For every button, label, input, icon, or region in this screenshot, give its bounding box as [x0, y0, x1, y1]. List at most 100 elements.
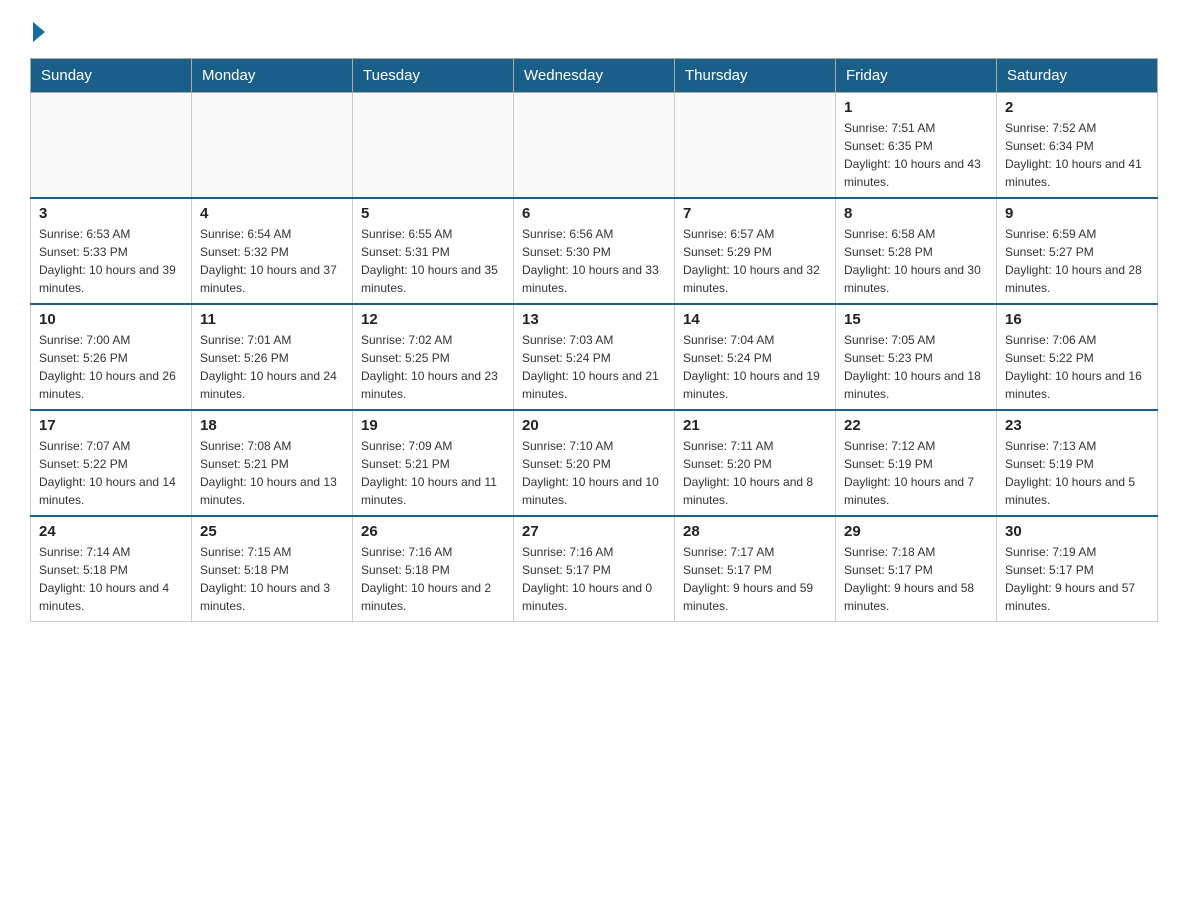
- day-number: 30: [1005, 523, 1149, 540]
- day-info: Sunrise: 7:19 AMSunset: 5:17 PMDaylight:…: [1005, 543, 1149, 615]
- day-info: Sunrise: 6:53 AMSunset: 5:33 PMDaylight:…: [39, 225, 183, 297]
- day-info: Sunrise: 6:54 AMSunset: 5:32 PMDaylight:…: [200, 225, 344, 297]
- col-friday: Friday: [836, 59, 997, 93]
- calendar-day-cell: [192, 93, 353, 199]
- day-info: Sunrise: 7:10 AMSunset: 5:20 PMDaylight:…: [522, 437, 666, 509]
- calendar-day-cell: 2 Sunrise: 7:52 AMSunset: 6:34 PMDaylight…: [997, 93, 1158, 199]
- calendar-week-row: 24 Sunrise: 7:14 AMSunset: 5:18 PMDayligh…: [31, 516, 1158, 622]
- day-number: 21: [683, 417, 827, 434]
- day-number: 9: [1005, 205, 1149, 222]
- day-number: 29: [844, 523, 988, 540]
- day-number: 20: [522, 417, 666, 434]
- calendar-day-cell: 4 Sunrise: 6:54 AMSunset: 5:32 PMDaylight…: [192, 198, 353, 304]
- calendar-day-cell: 8 Sunrise: 6:58 AMSunset: 5:28 PMDaylight…: [836, 198, 997, 304]
- calendar-day-cell: 23Sunrise: 7:13 AMSunset: 5:19 PMDayligh…: [997, 410, 1158, 516]
- col-thursday: Thursday: [675, 59, 836, 93]
- day-info: Sunrise: 7:05 AMSunset: 5:23 PMDaylight:…: [844, 331, 988, 403]
- day-number: 13: [522, 311, 666, 328]
- calendar-day-cell: [675, 93, 836, 199]
- calendar-table: Sunday Monday Tuesday Wednesday Thursday…: [30, 58, 1158, 622]
- day-info: Sunrise: 6:56 AMSunset: 5:30 PMDaylight:…: [522, 225, 666, 297]
- calendar-day-cell: 12 Sunrise: 7:02 AMSunset: 5:25 PMDayligh…: [353, 304, 514, 410]
- day-number: 23: [1005, 417, 1149, 434]
- day-number: 17: [39, 417, 183, 434]
- calendar-week-row: 17 Sunrise: 7:07 AMSunset: 5:22 PMDayligh…: [31, 410, 1158, 516]
- calendar-week-row: 1 Sunrise: 7:51 AMSunset: 6:35 PMDaylight…: [31, 93, 1158, 199]
- day-info: Sunrise: 7:15 AMSunset: 5:18 PMDaylight:…: [200, 543, 344, 615]
- calendar-day-cell: 28Sunrise: 7:17 AMSunset: 5:17 PMDayligh…: [675, 516, 836, 622]
- logo-arrow-icon: [33, 22, 45, 42]
- day-info: Sunrise: 6:59 AMSunset: 5:27 PMDaylight:…: [1005, 225, 1149, 297]
- calendar-day-cell: 22Sunrise: 7:12 AMSunset: 5:19 PMDayligh…: [836, 410, 997, 516]
- day-info: Sunrise: 7:07 AMSunset: 5:22 PMDaylight:…: [39, 437, 183, 509]
- day-number: 15: [844, 311, 988, 328]
- calendar-day-cell: 10 Sunrise: 7:00 AMSunset: 5:26 PMDayligh…: [31, 304, 192, 410]
- day-number: 11: [200, 311, 344, 328]
- calendar-day-cell: 5 Sunrise: 6:55 AMSunset: 5:31 PMDaylight…: [353, 198, 514, 304]
- day-number: 18: [200, 417, 344, 434]
- day-info: Sunrise: 7:08 AMSunset: 5:21 PMDaylight:…: [200, 437, 344, 509]
- day-number: 24: [39, 523, 183, 540]
- calendar-day-cell: 15 Sunrise: 7:05 AMSunset: 5:23 PMDayligh…: [836, 304, 997, 410]
- col-tuesday: Tuesday: [353, 59, 514, 93]
- day-info: Sunrise: 6:55 AMSunset: 5:31 PMDaylight:…: [361, 225, 505, 297]
- calendar-day-cell: 19 Sunrise: 7:09 AMSunset: 5:21 PMDayligh…: [353, 410, 514, 516]
- calendar-day-cell: 17 Sunrise: 7:07 AMSunset: 5:22 PMDayligh…: [31, 410, 192, 516]
- calendar-day-cell: 26 Sunrise: 7:16 AMSunset: 5:18 PMDayligh…: [353, 516, 514, 622]
- calendar-day-cell: 16Sunrise: 7:06 AMSunset: 5:22 PMDayligh…: [997, 304, 1158, 410]
- day-info: Sunrise: 7:06 AMSunset: 5:22 PMDaylight:…: [1005, 331, 1149, 403]
- day-info: Sunrise: 7:16 AMSunset: 5:17 PMDaylight:…: [522, 543, 666, 615]
- day-info: Sunrise: 7:17 AMSunset: 5:17 PMDaylight:…: [683, 543, 827, 615]
- calendar-header-row: Sunday Monday Tuesday Wednesday Thursday…: [31, 59, 1158, 93]
- day-number: 5: [361, 205, 505, 222]
- calendar-day-cell: [514, 93, 675, 199]
- calendar-day-cell: 29 Sunrise: 7:18 AMSunset: 5:17 PMDayligh…: [836, 516, 997, 622]
- calendar-day-cell: 24 Sunrise: 7:14 AMSunset: 5:18 PMDayligh…: [31, 516, 192, 622]
- calendar-week-row: 3Sunrise: 6:53 AMSunset: 5:33 PMDaylight…: [31, 198, 1158, 304]
- day-info: Sunrise: 7:14 AMSunset: 5:18 PMDaylight:…: [39, 543, 183, 615]
- day-info: Sunrise: 7:51 AMSunset: 6:35 PMDaylight:…: [844, 119, 988, 191]
- day-info: Sunrise: 7:00 AMSunset: 5:26 PMDaylight:…: [39, 331, 183, 403]
- col-wednesday: Wednesday: [514, 59, 675, 93]
- day-number: 22: [844, 417, 988, 434]
- day-info: Sunrise: 7:18 AMSunset: 5:17 PMDaylight:…: [844, 543, 988, 615]
- day-number: 12: [361, 311, 505, 328]
- day-info: Sunrise: 7:11 AMSunset: 5:20 PMDaylight:…: [683, 437, 827, 509]
- calendar-day-cell: 3Sunrise: 6:53 AMSunset: 5:33 PMDaylight…: [31, 198, 192, 304]
- calendar-day-cell: 11 Sunrise: 7:01 AMSunset: 5:26 PMDayligh…: [192, 304, 353, 410]
- day-number: 26: [361, 523, 505, 540]
- calendar-day-cell: 9 Sunrise: 6:59 AMSunset: 5:27 PMDaylight…: [997, 198, 1158, 304]
- col-sunday: Sunday: [31, 59, 192, 93]
- logo: [30, 20, 45, 40]
- day-number: 6: [522, 205, 666, 222]
- calendar-day-cell: 27 Sunrise: 7:16 AMSunset: 5:17 PMDayligh…: [514, 516, 675, 622]
- page-header: [30, 20, 1158, 40]
- calendar-day-cell: [31, 93, 192, 199]
- calendar-day-cell: 21 Sunrise: 7:11 AMSunset: 5:20 PMDayligh…: [675, 410, 836, 516]
- day-info: Sunrise: 7:52 AMSunset: 6:34 PMDaylight:…: [1005, 119, 1149, 191]
- day-info: Sunrise: 6:57 AMSunset: 5:29 PMDaylight:…: [683, 225, 827, 297]
- day-info: Sunrise: 7:03 AMSunset: 5:24 PMDaylight:…: [522, 331, 666, 403]
- day-number: 25: [200, 523, 344, 540]
- day-number: 14: [683, 311, 827, 328]
- day-number: 4: [200, 205, 344, 222]
- calendar-day-cell: 30 Sunrise: 7:19 AMSunset: 5:17 PMDayligh…: [997, 516, 1158, 622]
- calendar-day-cell: 13 Sunrise: 7:03 AMSunset: 5:24 PMDayligh…: [514, 304, 675, 410]
- day-info: Sunrise: 6:58 AMSunset: 5:28 PMDaylight:…: [844, 225, 988, 297]
- day-number: 2: [1005, 99, 1149, 116]
- calendar-day-cell: 14 Sunrise: 7:04 AMSunset: 5:24 PMDayligh…: [675, 304, 836, 410]
- day-number: 8: [844, 205, 988, 222]
- day-info: Sunrise: 7:02 AMSunset: 5:25 PMDaylight:…: [361, 331, 505, 403]
- day-number: 19: [361, 417, 505, 434]
- day-info: Sunrise: 7:09 AMSunset: 5:21 PMDaylight:…: [361, 437, 505, 509]
- day-info: Sunrise: 7:01 AMSunset: 5:26 PMDaylight:…: [200, 331, 344, 403]
- calendar-day-cell: 6 Sunrise: 6:56 AMSunset: 5:30 PMDaylight…: [514, 198, 675, 304]
- calendar-day-cell: 1 Sunrise: 7:51 AMSunset: 6:35 PMDaylight…: [836, 93, 997, 199]
- calendar-day-cell: 20 Sunrise: 7:10 AMSunset: 5:20 PMDayligh…: [514, 410, 675, 516]
- day-info: Sunrise: 7:16 AMSunset: 5:18 PMDaylight:…: [361, 543, 505, 615]
- day-info: Sunrise: 7:04 AMSunset: 5:24 PMDaylight:…: [683, 331, 827, 403]
- day-number: 10: [39, 311, 183, 328]
- day-number: 27: [522, 523, 666, 540]
- day-number: 1: [844, 99, 988, 116]
- calendar-day-cell: 18 Sunrise: 7:08 AMSunset: 5:21 PMDayligh…: [192, 410, 353, 516]
